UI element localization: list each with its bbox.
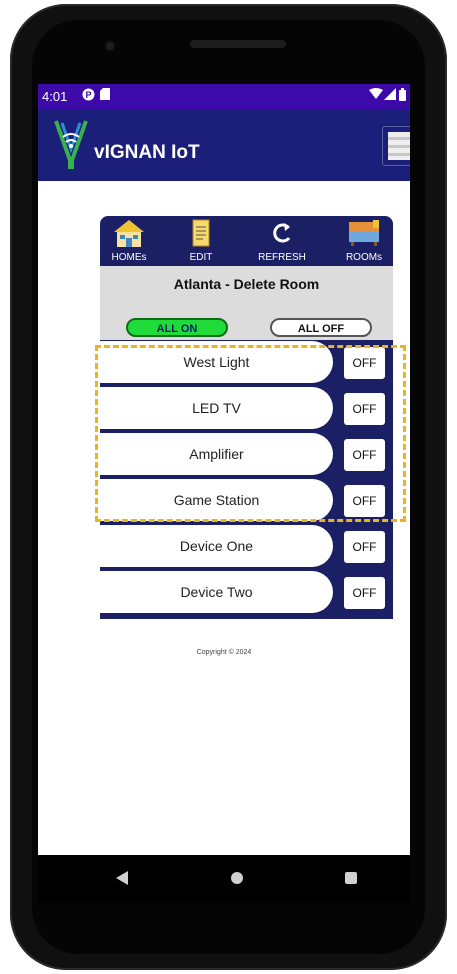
room-header: Atlanta - Delete Room ALL ON ALL OFF	[100, 266, 393, 340]
device-name-button[interactable]: Device Two	[100, 571, 333, 613]
room-panel: HOMEs EDIT REFRESH ROOMs Atlanta - Delet…	[100, 216, 393, 619]
device-toggle-button[interactable]: OFF	[344, 531, 385, 563]
homes-button[interactable]: HOMEs	[100, 216, 158, 266]
refresh-button[interactable]: REFRESH	[253, 216, 311, 266]
app-title: vIGNAN IoT	[94, 142, 200, 163]
device-row: Amplifier OFF	[100, 432, 393, 478]
signal-icon	[384, 88, 396, 103]
refresh-icon	[273, 223, 291, 243]
house-icon	[114, 220, 144, 247]
rooms-label: ROOMs	[345, 252, 383, 263]
svg-text:P: P	[85, 90, 91, 100]
hamburger-menu-icon	[388, 132, 410, 160]
back-nav-icon[interactable]	[116, 871, 128, 885]
recents-nav-icon[interactable]	[345, 872, 357, 884]
rooms-icon	[349, 220, 379, 246]
system-nav-bar	[38, 855, 410, 903]
vignan-logo-icon	[54, 120, 88, 169]
earpiece-speaker	[190, 40, 286, 48]
sd-card-icon	[100, 88, 110, 103]
status-time: 4:01	[42, 89, 68, 104]
status-bar: 4:01 P	[38, 84, 410, 109]
room-toolbar: HOMEs EDIT REFRESH ROOMs	[100, 216, 393, 266]
all-on-button[interactable]: ALL ON	[126, 318, 228, 337]
device-row: Device One OFF	[100, 524, 393, 570]
battery-icon	[399, 88, 406, 104]
device-row: Device Two OFF	[100, 570, 393, 616]
device-name-button[interactable]: West Light	[100, 341, 333, 383]
all-off-button[interactable]: ALL OFF	[270, 318, 372, 337]
device-name-button[interactable]: LED TV	[100, 387, 333, 429]
device-row: West Light OFF	[100, 340, 393, 386]
device-name-button[interactable]: Device One	[100, 525, 333, 567]
hamburger-menu-button[interactable]	[382, 126, 410, 166]
refresh-label: REFRESH	[258, 252, 306, 263]
device-toggle-button[interactable]: OFF	[344, 393, 385, 425]
edit-note-icon	[192, 219, 210, 247]
device-row: Game Station OFF	[100, 478, 393, 524]
homes-label: HOMEs	[111, 252, 147, 263]
device-toggle-button[interactable]: OFF	[344, 577, 385, 609]
app-bar: vIGNAN IoT	[38, 109, 410, 181]
copyright-text: Copyright © 2024	[196, 649, 252, 656]
phone-screen: 4:01 P vIGNAN IoT HOMEs EDIT REFRESH ROO…	[38, 84, 410, 855]
device-name-button[interactable]: Amplifier	[100, 433, 333, 475]
rooms-button[interactable]: ROOMs	[335, 216, 393, 266]
p-icon: P	[82, 88, 95, 104]
device-row: LED TV OFF	[100, 386, 393, 432]
device-toggle-button[interactable]: OFF	[344, 485, 385, 517]
edit-label: EDIT	[189, 252, 213, 263]
device-name-button[interactable]: Game Station	[100, 479, 333, 521]
front-camera	[106, 42, 114, 50]
room-title: Atlanta - Delete Room	[173, 276, 320, 292]
device-toggle-button[interactable]: OFF	[344, 347, 385, 379]
edit-button[interactable]: EDIT	[172, 216, 230, 266]
wifi-icon	[369, 88, 383, 103]
device-toggle-button[interactable]: OFF	[344, 439, 385, 471]
home-nav-icon[interactable]	[231, 872, 243, 884]
